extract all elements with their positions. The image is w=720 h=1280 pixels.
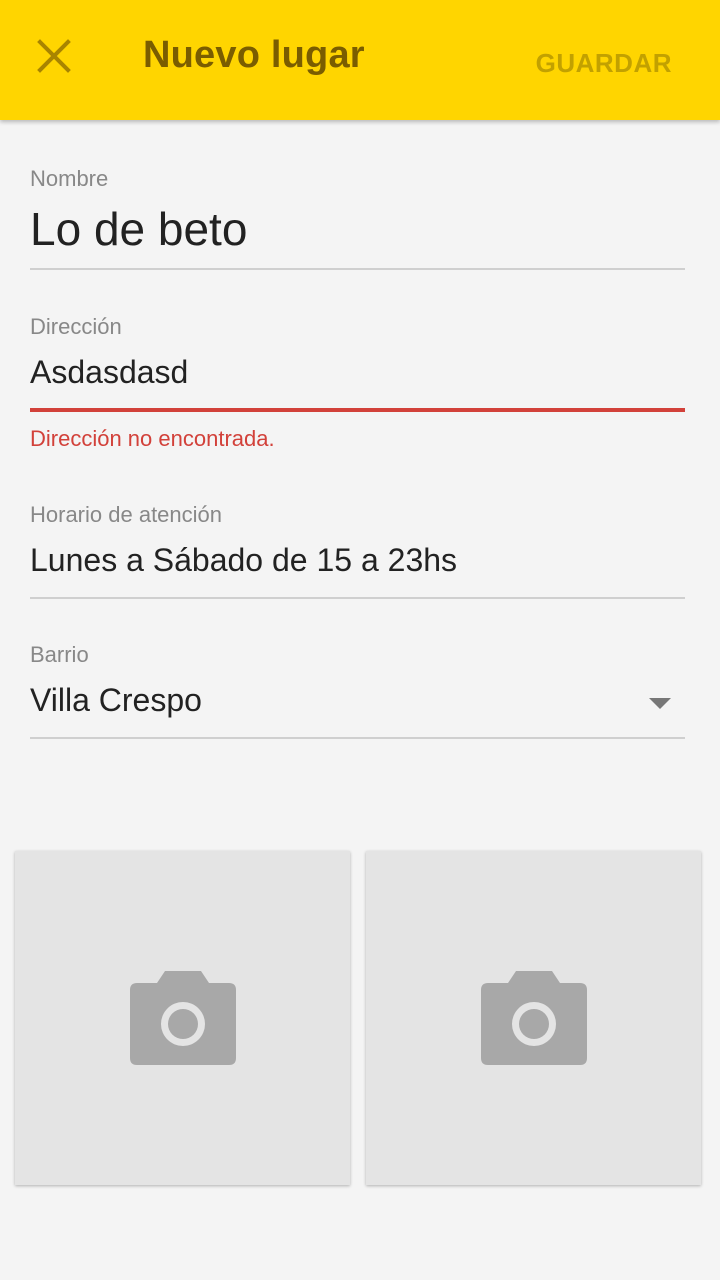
app-bar: Nuevo lugar GUARDAR [0,0,720,120]
page-title: Nuevo lugar [143,34,365,76]
photo-slot-2[interactable] [366,851,701,1185]
close-icon [37,39,71,73]
camera-icon [129,971,236,1065]
direccion-label: Dirección [30,314,122,339]
close-button[interactable] [24,26,84,86]
barrio-label: Barrio [30,642,89,667]
photo-slot-1[interactable] [15,851,350,1185]
save-button[interactable]: GUARDAR [536,48,672,79]
horario-label: Horario de atención [30,502,223,527]
barrio-field[interactable]: Barrio Villa Crespo [30,642,685,742]
dropdown-arrow-icon[interactable] [649,698,671,709]
nombre-label: Nombre [30,166,109,191]
horario-input[interactable]: Lunes a Sábado de 15 a 23hs [30,542,685,579]
nombre-field[interactable]: Nombre Lo de beto [30,166,685,272]
horario-underline [30,597,685,599]
nombre-input[interactable]: Lo de beto [30,202,685,256]
direccion-input[interactable]: Asdasdasd [30,354,685,391]
nombre-underline [30,268,685,270]
direccion-error: Dirección no encontrada. [30,426,275,451]
barrio-select[interactable]: Villa Crespo [30,682,685,719]
barrio-underline [30,737,685,739]
horario-field[interactable]: Horario de atención Lunes a Sábado de 15… [30,502,685,602]
direccion-underline [30,408,685,412]
direccion-field[interactable]: Dirección Asdasdasd Dirección no encontr… [30,314,685,454]
camera-icon [480,971,587,1065]
